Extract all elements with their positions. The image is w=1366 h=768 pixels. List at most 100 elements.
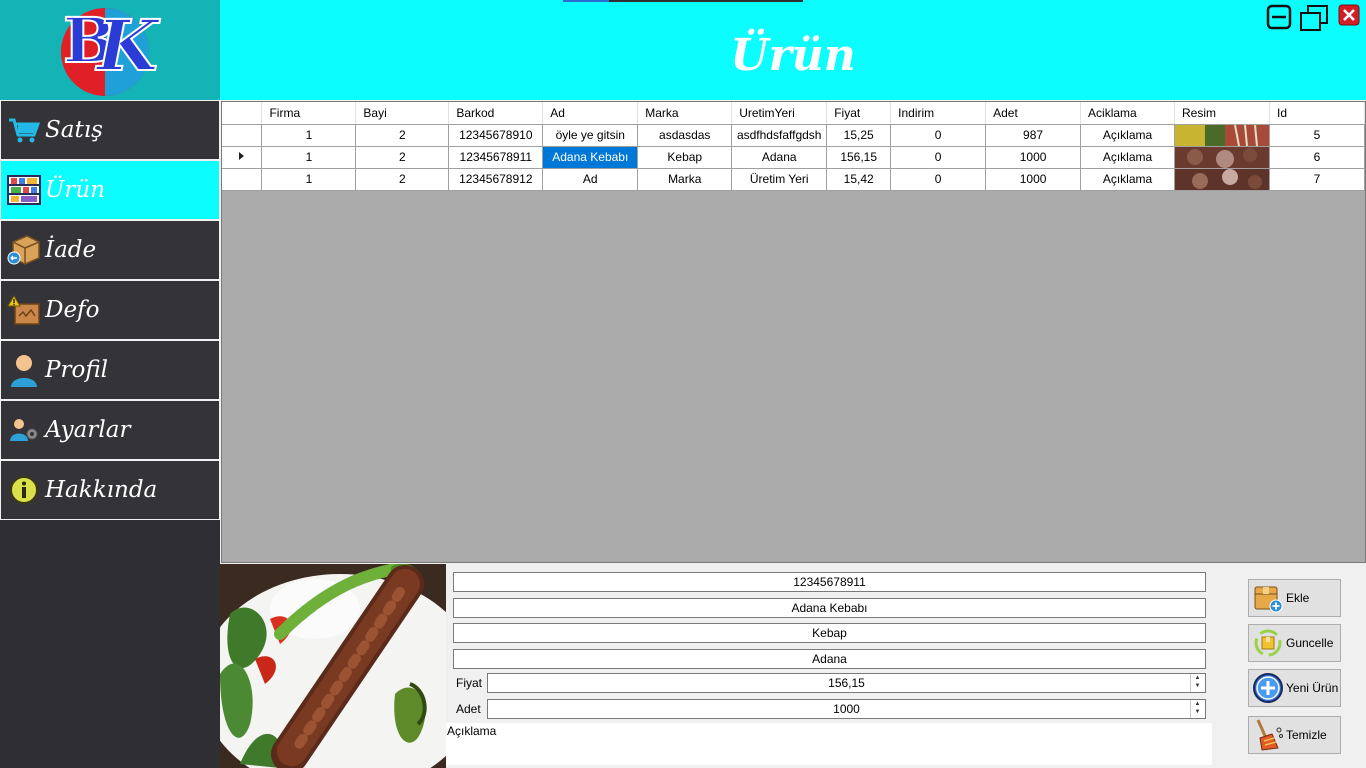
sidebar-item-defo[interactable]: Defo	[0, 280, 220, 340]
barkod-field[interactable]: 12345678911	[453, 572, 1206, 592]
column-header[interactable]: Marka	[637, 102, 733, 125]
aciklama-textarea[interactable]: Açıklama	[446, 723, 1212, 765]
cell-aciklama[interactable]: Açıklama	[1080, 168, 1175, 191]
spin-down-icon[interactable]: ▼	[1191, 708, 1204, 716]
spin-up-icon[interactable]: ▲	[1191, 700, 1204, 708]
column-header[interactable]: Adet	[985, 102, 1082, 125]
cell-fiyat[interactable]: 15,25	[826, 124, 892, 147]
table-row[interactable]: 1 2 12345678911 Adana Kebabı Kebap Adana…	[222, 146, 1365, 169]
cell-firma[interactable]: 1	[261, 124, 357, 147]
column-header[interactable]: Bayi	[355, 102, 450, 125]
cell-uretimyeri[interactable]: Adana	[731, 146, 828, 169]
title-strip-accent	[563, 0, 609, 2]
cell-ad[interactable]: öyle ye gitsin	[542, 124, 639, 147]
fiyat-spinner[interactable]: ▲ ▼	[1190, 674, 1204, 692]
sidebar-item-hakkinda[interactable]: Hakkında	[0, 460, 220, 520]
broom-icon	[1252, 719, 1284, 751]
sidebar-item-profil[interactable]: Profil	[0, 340, 220, 400]
marka-field[interactable]: Kebap	[453, 623, 1206, 643]
sidebar-item-label: Defo	[45, 297, 100, 323]
cell-bayi[interactable]: 2	[355, 124, 450, 147]
cell-barkod[interactable]: 12345678911	[448, 146, 544, 169]
cell-firma[interactable]: 1	[261, 146, 357, 169]
maximize-button[interactable]	[1299, 4, 1329, 32]
cell-indirim[interactable]: 0	[890, 124, 987, 147]
sidebar-item-satis[interactable]: Satış	[0, 100, 220, 160]
cell-firma[interactable]: 1	[261, 168, 357, 191]
column-header[interactable]: Barkod	[448, 102, 544, 125]
sidebar-item-urun[interactable]: Ürün	[0, 160, 220, 220]
sidebar-item-iade[interactable]: İade	[0, 220, 220, 280]
adet-spinner[interactable]: ▲ ▼	[1190, 700, 1204, 718]
cell-id[interactable]: 6	[1269, 146, 1365, 169]
product-thumbnail	[1174, 124, 1269, 145]
sidebar-item-label: İade	[45, 237, 97, 263]
column-header[interactable]: Resim	[1174, 102, 1270, 125]
ekle-button[interactable]: Ekle	[1248, 579, 1341, 617]
cell-uretimyeri[interactable]: Üretim Yeri	[731, 168, 828, 191]
column-header[interactable]: Aciklama	[1080, 102, 1175, 125]
close-icon	[1338, 4, 1360, 26]
ekle-label: Ekle	[1286, 591, 1310, 605]
guncelle-label: Guncelle	[1286, 636, 1334, 650]
row-header[interactable]	[222, 168, 263, 191]
product-grid[interactable]: Firma Bayi Barkod Ad Marka UretimYeri Fi…	[221, 101, 1366, 563]
minimize-icon	[1266, 4, 1292, 30]
cell-resim[interactable]	[1174, 168, 1270, 191]
yeni-urun-button[interactable]: Yeni Ürün	[1248, 669, 1341, 707]
cell-ad[interactable]: Ad	[542, 168, 639, 191]
column-header[interactable]: Fiyat	[826, 102, 892, 125]
cell-uretimyeri[interactable]: asdfhdsfaffgdsh	[731, 124, 828, 147]
sidebar-item-label: Ayarlar	[45, 417, 131, 443]
cell-indirim[interactable]: 0	[890, 146, 987, 169]
cell-adet[interactable]: 1000	[985, 146, 1082, 169]
cell-marka[interactable]: Kebap	[637, 146, 733, 169]
cell-barkod[interactable]: 12345678912	[448, 168, 544, 191]
sidebar-item-ayarlar[interactable]: Ayarlar	[0, 400, 220, 460]
table-row[interactable]: 1 2 12345678912 Ad Marka Üretim Yeri 15,…	[222, 168, 1365, 191]
guncelle-button[interactable]: Guncelle	[1248, 624, 1341, 662]
cell-aciklama[interactable]: Açıklama	[1080, 146, 1175, 169]
cell-fiyat[interactable]: 15,42	[826, 168, 892, 191]
adet-stepper[interactable]: 1000 ▲ ▼	[487, 699, 1206, 719]
ad-field[interactable]: Adana Kebabı	[453, 598, 1206, 618]
cell-resim[interactable]	[1174, 146, 1270, 169]
spin-down-icon[interactable]: ▼	[1191, 682, 1204, 690]
column-header[interactable]: UretimYeri	[731, 102, 828, 125]
cell-ad-selected[interactable]: Adana Kebabı	[542, 146, 639, 169]
cell-bayi[interactable]: 2	[355, 168, 450, 191]
spin-up-icon[interactable]: ▲	[1191, 674, 1204, 682]
table-row[interactable]: 1 2 12345678910 öyle ye gitsin asdasdas …	[222, 124, 1365, 147]
cell-barkod[interactable]: 12345678910	[448, 124, 544, 147]
column-header[interactable]: Id	[1269, 102, 1365, 125]
shelves-icon	[7, 173, 41, 207]
minimize-button[interactable]	[1266, 4, 1292, 30]
cell-bayi[interactable]: 2	[355, 146, 450, 169]
uretim-yeri-field[interactable]: Adana	[453, 649, 1206, 669]
cell-marka[interactable]: Marka	[637, 168, 733, 191]
column-header[interactable]: Ad	[542, 102, 639, 125]
cell-adet[interactable]: 1000	[985, 168, 1082, 191]
row-header-current[interactable]	[222, 146, 263, 169]
product-table: Firma Bayi Barkod Ad Marka UretimYeri Fi…	[222, 102, 1365, 191]
row-header-corner	[222, 102, 263, 125]
cell-id[interactable]: 5	[1269, 124, 1365, 147]
cell-indirim[interactable]: 0	[890, 168, 987, 191]
cell-aciklama[interactable]: Açıklama	[1080, 124, 1175, 147]
cell-id[interactable]: 7	[1269, 168, 1365, 191]
info-icon	[7, 473, 41, 507]
page-title: Ürün	[730, 30, 856, 81]
product-thumbnail	[1174, 168, 1269, 189]
sidebar-item-label: Hakkında	[45, 477, 158, 503]
sidebar-item-label: Profil	[45, 357, 109, 383]
column-header[interactable]: Indirim	[890, 102, 987, 125]
row-header[interactable]	[222, 124, 263, 147]
cell-marka[interactable]: asdasdas	[637, 124, 733, 147]
cell-resim[interactable]	[1174, 124, 1270, 147]
temizle-button[interactable]: Temizle	[1248, 716, 1341, 754]
cell-fiyat[interactable]: 156,15	[826, 146, 892, 169]
column-header[interactable]: Firma	[261, 102, 357, 125]
cell-adet[interactable]: 987	[985, 124, 1082, 147]
close-button[interactable]	[1338, 4, 1360, 26]
fiyat-stepper[interactable]: 156,15 ▲ ▼	[487, 673, 1206, 693]
